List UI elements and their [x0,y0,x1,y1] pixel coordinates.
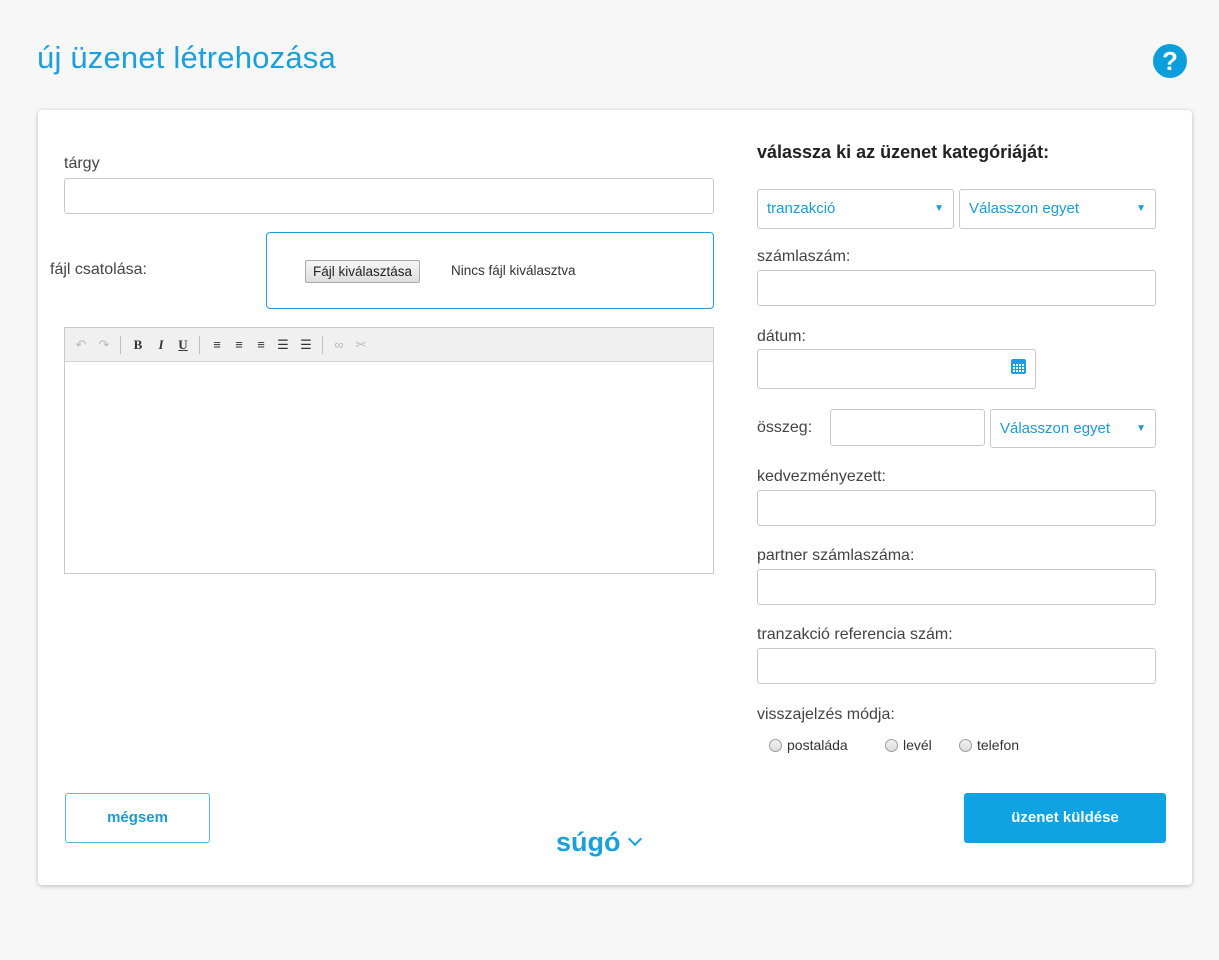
justify-icon[interactable]: ≡ [253,337,269,353]
radio-icon [959,739,972,752]
amount-label: összeg: [757,419,813,436]
page-title: új üzenet létrehozása [37,40,336,75]
category-subtype-value: Válasszon egyet [969,200,1080,217]
beneficiary-input[interactable] [757,490,1156,526]
feedback-label: visszajelzés módja: [757,706,895,723]
link-icon[interactable]: ∞ [331,337,347,353]
category-type-value: tranzakció [767,200,836,217]
radio-label: levél [903,737,932,753]
beneficiary-label: kedvezményezett: [757,468,886,485]
align-center-icon[interactable]: ≡ [231,337,247,353]
undo-icon[interactable]: ↶ [73,337,89,353]
message-form-card: tárgy fájl csatolása: Fájl kiválasztása … [38,110,1192,885]
editor-toolbar: ↶ ↷ B I U ≡ ≡ ≡ ☰ ☰ ∞ ✂ [65,328,713,362]
bullet-list-icon[interactable]: ☰ [275,337,291,353]
radio-label: postaláda [787,737,848,753]
calendar-icon[interactable] [1011,359,1026,374]
unlink-icon[interactable]: ✂ [353,337,369,353]
file-status-text: Nincs fájl kiválasztva [451,263,576,278]
account-number-input[interactable] [757,270,1156,306]
cancel-button[interactable]: mégsem [65,793,210,843]
help-label: súgó [556,827,621,857]
radio-icon [769,739,782,752]
date-label: dátum: [757,328,806,345]
date-input[interactable] [757,349,1036,389]
transaction-reference-input[interactable] [757,648,1156,684]
radio-postalada[interactable]: postaláda [769,737,848,753]
amount-input[interactable] [830,409,985,446]
partner-account-input[interactable] [757,569,1156,605]
help-toggle[interactable]: súgó [556,827,642,858]
category-type-select[interactable]: tranzakció ▼ [757,189,954,229]
choose-file-button[interactable]: Fájl kiválasztása [305,260,421,283]
transaction-reference-label: tranzakció referencia szám: [757,626,953,643]
subject-input[interactable] [64,178,714,214]
italic-icon[interactable]: I [153,337,169,353]
attachment-label: fájl csatolása: [50,261,147,278]
file-drop-box[interactable]: Fájl kiválasztása Nincs fájl kiválasztva [266,232,714,309]
chevron-down-icon [627,831,642,847]
subject-label: tárgy [64,155,100,172]
send-message-button[interactable]: üzenet küldése [964,793,1166,843]
toolbar-separator [322,336,323,354]
category-title: válassza ki az üzenet kategóriáját: [757,142,1050,162]
rich-text-editor: ↶ ↷ B I U ≡ ≡ ≡ ☰ ☰ ∞ ✂ [64,327,714,574]
toolbar-separator [199,336,200,354]
radio-label: telefon [977,737,1020,753]
account-number-label: számlaszám: [757,248,851,265]
currency-value: Válasszon egyet [1000,420,1111,437]
help-icon[interactable]: ? [1153,44,1187,78]
radio-icon [885,739,898,752]
chevron-down-icon: ▼ [934,203,944,214]
underline-icon[interactable]: U [175,337,191,353]
radio-level[interactable]: levél [885,737,932,753]
toolbar-separator [120,336,121,354]
align-left-icon[interactable]: ≡ [209,337,225,353]
chevron-down-icon: ▼ [1136,423,1146,434]
partner-account-label: partner számlaszáma: [757,547,915,564]
numbered-list-icon[interactable]: ☰ [298,337,314,353]
category-subtype-select[interactable]: Válasszon egyet ▼ [959,189,1156,229]
currency-select[interactable]: Válasszon egyet ▼ [990,409,1156,448]
radio-telefon[interactable]: telefon [959,737,1019,753]
chevron-down-icon: ▼ [1136,203,1146,214]
redo-icon[interactable]: ↷ [96,337,112,353]
bold-icon[interactable]: B [130,337,146,353]
editor-content-area[interactable] [65,363,713,573]
